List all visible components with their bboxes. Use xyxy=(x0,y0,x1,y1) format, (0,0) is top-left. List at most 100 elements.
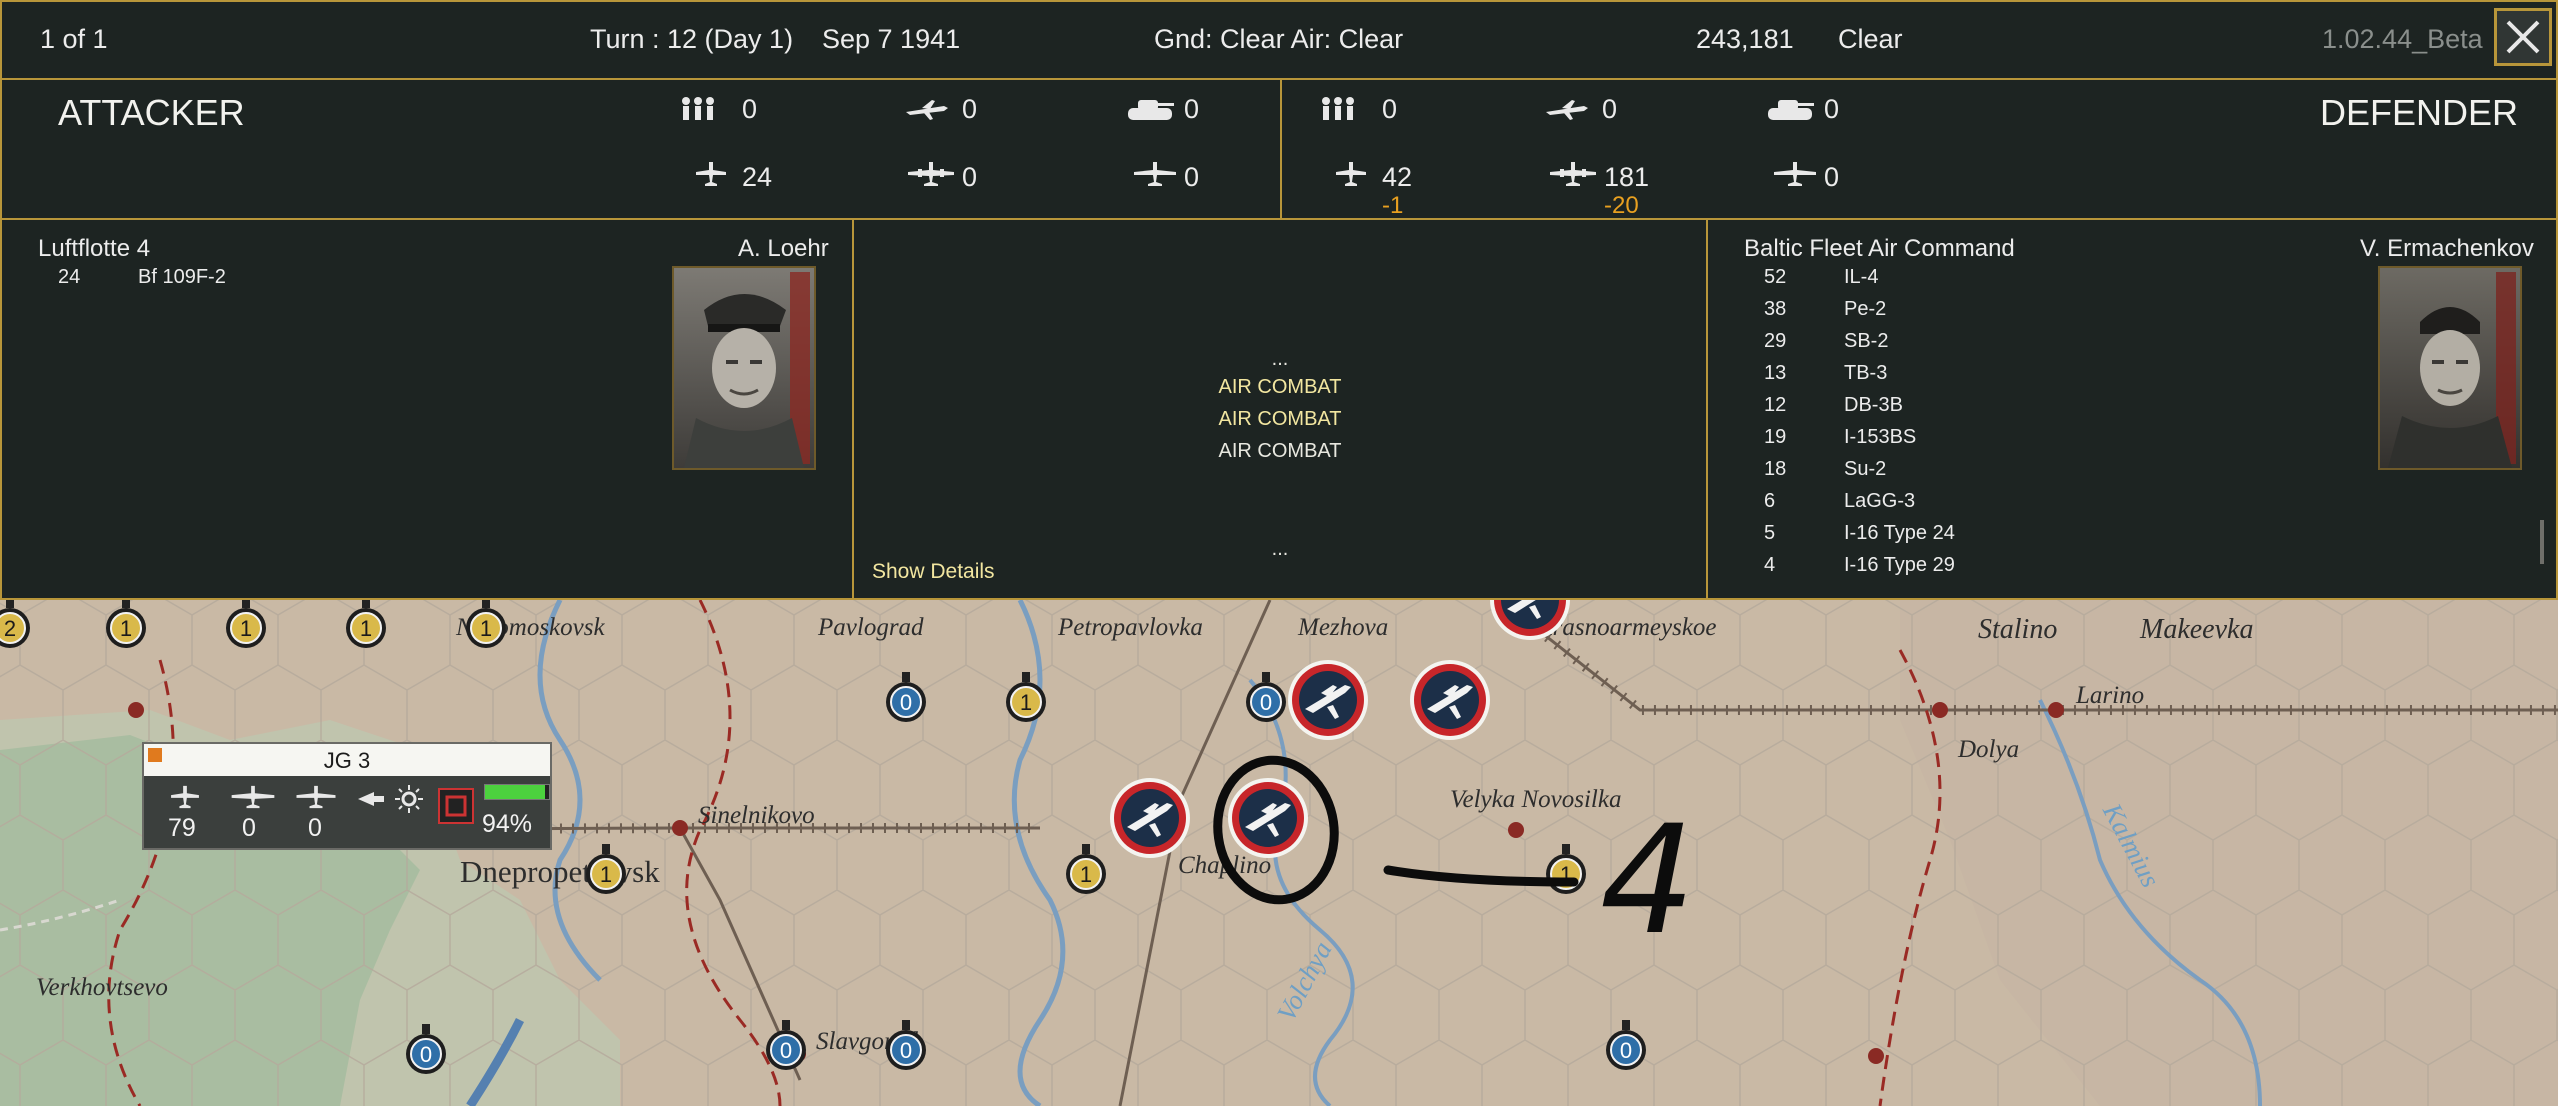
pager: 1 of 1 xyxy=(40,24,108,54)
supply-marker-value: 1 xyxy=(1560,862,1572,887)
unit-card[interactable]: JG 3 79 0 0 94% xyxy=(142,742,552,850)
unit-fighters: 79 xyxy=(168,814,196,842)
bomber-icon xyxy=(1550,162,1596,186)
supply-marker[interactable]: 1 xyxy=(344,600,388,652)
recon-plane-icon xyxy=(296,785,336,809)
air-unit-token[interactable] xyxy=(1225,775,1311,861)
show-details-link[interactable]: Show Details xyxy=(872,560,995,584)
defender-unit-type: I-153BS xyxy=(1844,426,1917,448)
map-label-stalino: Stalino xyxy=(1978,614,2058,645)
supply-marker-value: 1 xyxy=(360,616,372,641)
armor-icon xyxy=(1768,100,1814,120)
log-ellipsis-top: ... xyxy=(1271,348,1289,370)
unit-list-scrollbar[interactable] xyxy=(2540,520,2544,564)
defender-unit-count: 38 xyxy=(1764,298,1787,320)
defender-unit-count: 4 xyxy=(1764,554,1776,576)
defender-unit-count: 19 xyxy=(1764,426,1787,448)
unit-bombers: 0 xyxy=(242,814,256,842)
weather-sun-icon xyxy=(395,785,423,813)
defender-unit-type: DB-3B xyxy=(1844,394,1903,416)
supply-marker-value: 0 xyxy=(420,1042,432,1067)
attacker-unit-count: 24 xyxy=(58,266,81,288)
defender-unit-type: LaGG-3 xyxy=(1844,490,1916,512)
log-line: AIR COMBAT xyxy=(1218,408,1342,430)
air-unit-token[interactable] xyxy=(1107,775,1193,861)
supply-marker-value: 0 xyxy=(1620,1038,1632,1063)
supply-marker[interactable]: 1 xyxy=(1064,842,1108,898)
close-icon xyxy=(2506,20,2540,54)
log-ellipsis-bottom: ... xyxy=(1271,538,1289,560)
weather-label: Gnd: Clear Air: Clear xyxy=(1154,24,1404,54)
defender-fighters: 42 xyxy=(1382,162,1413,192)
map-label-dnepropetrovsk: Dnepropetrovsk xyxy=(460,854,660,889)
defender-armor: 0 xyxy=(1824,94,1840,124)
defender-unit-count: 18 xyxy=(1764,458,1787,480)
fighter-icon xyxy=(1336,162,1366,186)
hex-coords: 243,181 xyxy=(1696,24,1794,54)
supply-marker-value: 1 xyxy=(1020,690,1032,715)
attacker-fighters: 24 xyxy=(742,162,773,192)
defender-unit-type: I-16 Type 29 xyxy=(1844,554,1955,576)
annotation-number: 4 xyxy=(1600,794,1696,968)
defender-bombers-loss: -20 xyxy=(1604,192,1639,219)
log-line: AIR COMBAT xyxy=(1218,376,1342,398)
defender-recon: 0 xyxy=(1824,162,1840,192)
game-map[interactable]: Novomoskovsk Pavlograd Petropavlovka Mez… xyxy=(0,600,2558,1106)
readiness-bar xyxy=(484,784,550,800)
map-label-velyka-novosilka: Velyka Novosilka xyxy=(1450,786,1622,813)
supply-marker[interactable]: 0 xyxy=(764,1018,808,1074)
attacker-recon: 0 xyxy=(1184,162,1200,192)
bomber-icon xyxy=(231,785,275,809)
defender-bombers: 181 xyxy=(1604,162,1650,192)
supply-marker-value: 1 xyxy=(480,616,492,641)
fighter-icon xyxy=(171,785,199,809)
defender-unit-type: SB-2 xyxy=(1844,330,1889,352)
air-unit-token[interactable] xyxy=(1487,600,1573,643)
supply-marker[interactable]: 0 xyxy=(884,1018,928,1074)
map-label-mezhova: Mezhova xyxy=(1298,614,1389,641)
infantry-icon xyxy=(682,97,714,120)
supply-marker[interactable]: 0 xyxy=(404,1022,448,1078)
defender-hq-name[interactable]: Baltic Fleet Air Command xyxy=(1744,235,2015,263)
supply-marker[interactable]: 1 xyxy=(1544,842,1588,898)
top-bar: 1 of 1 Turn : 12 (Day 1) Sep 7 1941 Gnd:… xyxy=(0,0,2558,80)
fighter-bomber-icon xyxy=(1546,100,1588,120)
supply-marker-value: 1 xyxy=(240,616,252,641)
supply-marker[interactable]: 1 xyxy=(584,842,628,898)
attacker-hq-name[interactable]: Luftflotte 4 xyxy=(38,235,150,263)
defender-leader-portrait[interactable] xyxy=(2378,266,2522,470)
attacker-leader-portrait[interactable] xyxy=(672,266,816,470)
map-label-verkhovtsevo: Verkhovtsevo xyxy=(36,974,168,1001)
fighter-icon xyxy=(696,162,726,186)
supply-marker[interactable]: 1 xyxy=(464,600,508,652)
attacker-label: ATTACKER xyxy=(58,92,245,133)
supply-marker[interactable]: 1 xyxy=(104,600,148,652)
close-button[interactable] xyxy=(2494,8,2552,66)
defender-unit-type: IL-4 xyxy=(1844,266,1879,288)
unit-card-name: JG 3 xyxy=(323,748,371,773)
map-label-petropavlovka: Petropavlovka xyxy=(1058,614,1203,641)
readiness-bar-fill xyxy=(485,785,546,799)
supply-marker-value: 0 xyxy=(900,690,912,715)
map-label-makeevka: Makeevka xyxy=(2140,614,2254,645)
supply-marker[interactable]: 2 xyxy=(0,600,32,652)
fighter-bomber-icon xyxy=(906,100,948,120)
defender-unit-type: Su-2 xyxy=(1844,458,1887,480)
supply-marker[interactable]: 0 xyxy=(1244,670,1288,726)
target-icon[interactable] xyxy=(438,788,474,824)
supply-marker[interactable]: 1 xyxy=(224,600,268,652)
supply-marker[interactable]: 0 xyxy=(1604,1018,1648,1074)
supply-marker[interactable]: 1 xyxy=(1004,670,1048,726)
supply-marker[interactable]: 0 xyxy=(884,670,928,726)
defender-unit-type: Pe-2 xyxy=(1844,298,1887,320)
supply-marker-value: 1 xyxy=(600,862,612,887)
defender-unit-count: 12 xyxy=(1764,394,1787,416)
terrain-label: Clear xyxy=(1838,24,1903,54)
attacker-leader[interactable]: A. Loehr xyxy=(738,235,829,263)
air-unit-token[interactable] xyxy=(1407,657,1493,743)
supply-marker-value: 2 xyxy=(4,616,16,641)
bomber-icon xyxy=(908,162,954,186)
air-unit-token[interactable] xyxy=(1285,657,1371,743)
defender-leader[interactable]: V. Ermachenkov xyxy=(2360,235,2534,263)
supply-marker-value: 1 xyxy=(1080,862,1092,887)
